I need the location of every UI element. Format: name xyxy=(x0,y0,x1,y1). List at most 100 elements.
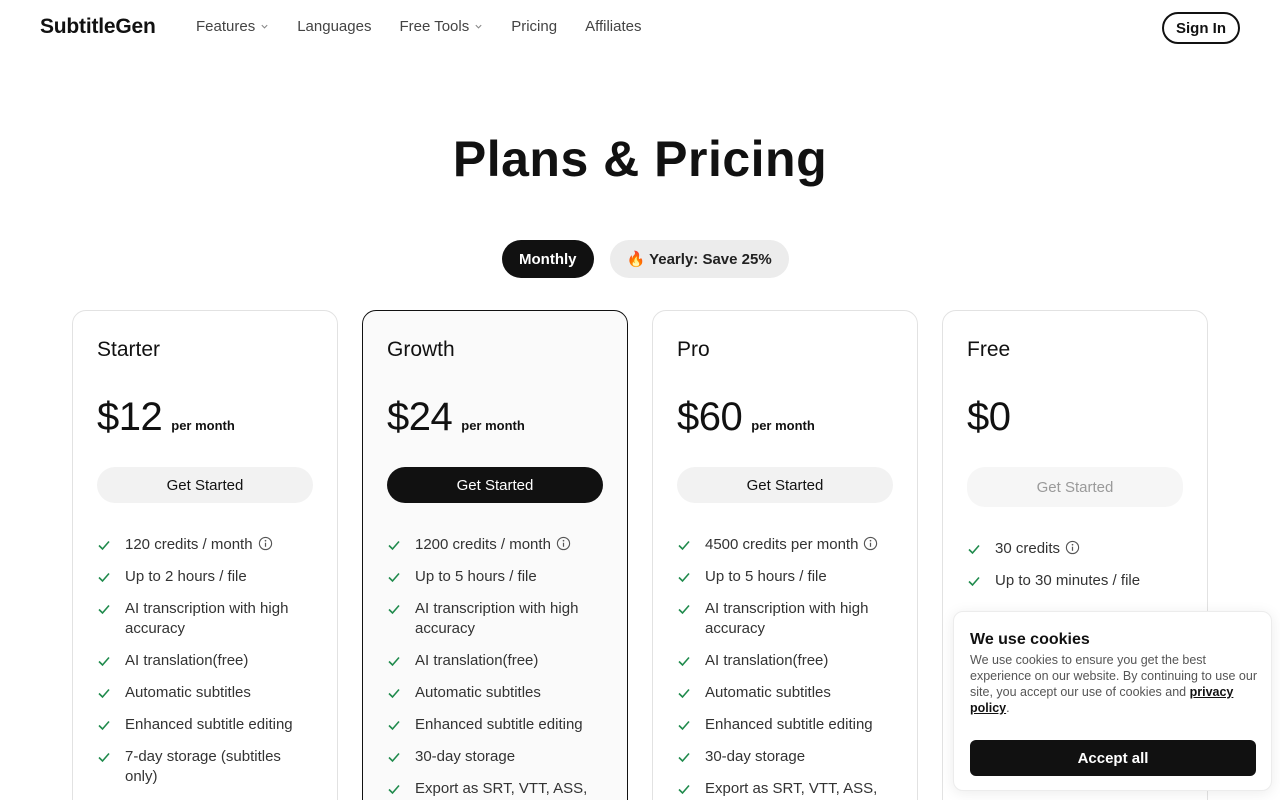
feature-list: 30 credits Up to 30 minutes / file xyxy=(967,539,1187,603)
feature-label: 30 credits xyxy=(995,540,1061,557)
feature-text: 120 credits / month xyxy=(125,535,273,555)
cookie-banner: We use cookies We use cookies to ensure … xyxy=(953,611,1272,791)
check-icon xyxy=(97,599,111,619)
plan-name: Pro xyxy=(677,338,710,361)
plan-period: per month xyxy=(171,418,235,433)
info-icon[interactable] xyxy=(863,536,878,551)
feature-item: 4500 credits per month xyxy=(677,535,897,555)
get-started-button[interactable]: Get Started xyxy=(677,467,893,503)
logo[interactable]: SubtitleGen xyxy=(40,15,156,39)
feature-label: AI transcription with high accuracy xyxy=(125,600,289,637)
check-icon xyxy=(387,567,401,587)
feature-label: Up to 5 hours / file xyxy=(705,568,827,585)
feature-label: AI transcription with high accuracy xyxy=(415,600,579,637)
check-icon xyxy=(677,599,691,619)
billing-toggle: Monthly 🔥 Yearly: Save 25% xyxy=(502,240,789,278)
cookie-title: We use cookies xyxy=(970,631,1090,648)
feature-label: Enhanced subtitle editing xyxy=(125,716,293,733)
nav-item-languages[interactable]: Languages xyxy=(297,18,371,35)
feature-text: 4500 credits per month xyxy=(705,535,878,555)
feature-list: 120 credits / month Up to 2 hours / file… xyxy=(97,535,317,799)
feature-label: 30-day storage xyxy=(705,748,806,765)
check-icon xyxy=(677,567,691,587)
feature-label: 30-day storage xyxy=(415,748,516,765)
feature-item: Enhanced subtitle editing xyxy=(677,715,897,735)
feature-item: 30-day storage xyxy=(387,747,607,767)
info-icon[interactable] xyxy=(1065,540,1080,555)
feature-label: Up to 5 hours / file xyxy=(415,568,537,585)
feature-item: 30-day storage xyxy=(677,747,897,767)
price-row: $12 per month xyxy=(97,395,235,440)
feature-item: AI translation(free) xyxy=(97,651,317,671)
nav-item-pricing[interactable]: Pricing xyxy=(511,18,557,35)
nav-item-label: Affiliates xyxy=(585,18,642,35)
check-icon xyxy=(387,779,401,799)
info-icon[interactable] xyxy=(258,536,273,551)
feature-label: Automatic subtitles xyxy=(125,684,251,701)
page-title: Plans & Pricing xyxy=(452,131,828,187)
monthly-toggle-button[interactable]: Monthly xyxy=(502,240,594,278)
plan-name: Growth xyxy=(387,338,455,361)
sign-in-button[interactable]: Sign In xyxy=(1162,12,1240,44)
info-icon[interactable] xyxy=(556,536,571,551)
plan-price: $24 xyxy=(387,395,453,439)
yearly-toggle-button[interactable]: 🔥 Yearly: Save 25% xyxy=(609,240,789,278)
check-icon xyxy=(677,683,691,703)
plan-card-starter: Starter $12 per month Get Started 120 cr… xyxy=(72,310,338,800)
accept-all-button[interactable]: Accept all xyxy=(970,740,1256,776)
feature-label: 4500 credits per month xyxy=(705,536,859,553)
plan-period: per month xyxy=(461,418,525,433)
check-icon xyxy=(677,747,691,767)
nav-item-label: Features xyxy=(196,18,256,35)
check-icon xyxy=(967,539,981,559)
feature-label: Enhanced subtitle editing xyxy=(415,716,583,733)
feature-item: Enhanced subtitle editing xyxy=(387,715,607,735)
feature-item: Enhanced subtitle editing xyxy=(97,715,317,735)
plan-price: $60 xyxy=(677,395,743,439)
feature-item: Export as SRT, VTT, ASS, xyxy=(387,779,607,799)
plan-period: per month xyxy=(751,418,815,433)
feature-label: 120 credits / month xyxy=(125,536,253,553)
check-icon xyxy=(97,651,111,671)
check-icon xyxy=(387,535,401,555)
plan-card-pro: Pro $60 per month Get Started 4500 credi… xyxy=(652,310,918,800)
price-row: $0 xyxy=(967,395,1011,440)
check-icon xyxy=(677,651,691,671)
feature-item: 30 credits xyxy=(967,539,1187,559)
feature-label: 1200 credits / month xyxy=(415,536,551,553)
feature-item: Export as SRT, VTT, ASS, xyxy=(677,779,897,799)
nav-item-free-tools[interactable]: Free Tools xyxy=(399,18,483,35)
feature-label: Enhanced subtitle editing xyxy=(705,716,873,733)
feature-label: 7-day storage (subtitles only) xyxy=(125,748,281,785)
nav-item-features[interactable]: Features xyxy=(196,18,269,35)
feature-item: Up to 5 hours / file xyxy=(387,567,607,587)
check-icon xyxy=(387,747,401,767)
check-icon xyxy=(387,715,401,735)
feature-item: Up to 5 hours / file xyxy=(677,567,897,587)
check-icon xyxy=(967,571,981,591)
feature-item: AI translation(free) xyxy=(677,651,897,671)
feature-label: Automatic subtitles xyxy=(705,684,831,701)
nav-item-affiliates[interactable]: Affiliates xyxy=(585,18,641,35)
check-icon xyxy=(97,567,111,587)
check-icon xyxy=(387,651,401,671)
feature-label: Export as SRT, VTT, ASS, xyxy=(705,780,878,797)
feature-item: 1200 credits / month xyxy=(387,535,607,555)
plan-name: Starter xyxy=(97,338,161,361)
feature-label: AI translation(free) xyxy=(125,652,249,669)
check-icon xyxy=(97,535,111,555)
feature-item: Automatic subtitles xyxy=(677,683,897,703)
chevron-down-icon xyxy=(475,24,482,29)
plan-price: $0 xyxy=(967,395,1011,439)
check-icon xyxy=(97,683,111,703)
feature-label: Up to 30 minutes / file xyxy=(995,572,1141,589)
main-nav: Features Languages Free Tools Pricing Af… xyxy=(196,18,642,35)
feature-item: 7-day storage (subtitles only) xyxy=(97,747,317,787)
price-row: $24 per month xyxy=(387,395,525,440)
plan-price: $12 xyxy=(97,395,163,439)
get-started-button[interactable]: Get Started xyxy=(97,467,313,503)
get-started-button[interactable]: Get Started xyxy=(967,467,1183,507)
site-header: SubtitleGen Features Languages Free Tool… xyxy=(0,0,1280,56)
plan-card-growth: Growth $24 per month Get Started 1200 cr… xyxy=(362,310,628,800)
get-started-button[interactable]: Get Started xyxy=(387,467,603,503)
